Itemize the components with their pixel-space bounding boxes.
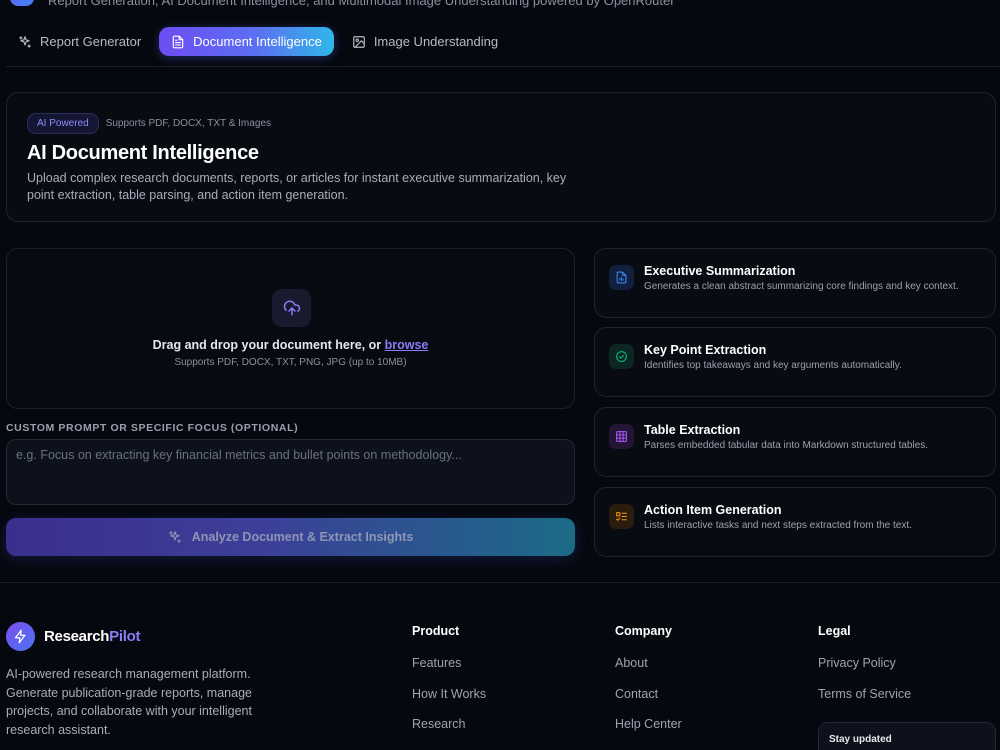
hero-card: AI Powered Supports PDF, DOCX, TXT & Ima… xyxy=(6,92,996,222)
dropzone-text: Drag and drop your document here, or bro… xyxy=(7,338,574,352)
footer-column-title: Legal xyxy=(818,624,851,638)
footer-column-product: Product Features How It Works Research xyxy=(412,624,486,748)
badge-row: AI Powered Supports PDF, DOCX, TXT & Ima… xyxy=(27,113,271,134)
footer-brand[interactable]: ResearchPilot xyxy=(6,622,140,651)
app-subtitle: Report Generation, AI Document Intellige… xyxy=(48,0,675,8)
lightning-icon xyxy=(6,622,35,651)
brand-name: ResearchPilot xyxy=(44,628,140,645)
footer-column-company: Company About Contact Help Center xyxy=(615,624,682,748)
feature-card-action-item-generation: Action Item Generation Lists interactive… xyxy=(594,487,996,557)
analyze-button[interactable]: Analyze Document & Extract Insights xyxy=(6,518,575,556)
feature-title: Executive Summarization xyxy=(644,264,796,278)
feature-description: Parses embedded tabular data into Markdo… xyxy=(644,440,929,451)
supported-formats-note: Supports PDF, DOCX, TXT & Images xyxy=(105,118,271,129)
file-dropzone[interactable]: Drag and drop your document here, or bro… xyxy=(6,248,575,409)
footer-description: AI-powered research management platform.… xyxy=(6,667,252,738)
list-icon xyxy=(609,504,634,529)
footer-link-about[interactable]: About xyxy=(615,656,682,671)
dropzone-instruction: Drag and drop your document here, or xyxy=(152,338,382,352)
feature-title: Action Item Generation xyxy=(644,503,782,517)
feature-title: Table Extraction xyxy=(644,423,741,437)
tab-bar: Report Generator Document Intelligence I… xyxy=(6,27,510,56)
tab-document-intelligence[interactable]: Document Intelligence xyxy=(159,27,334,56)
feature-card-executive-summarization: Executive Summarization Generates a clea… xyxy=(594,248,996,318)
image-icon xyxy=(352,35,365,48)
upload-icon xyxy=(272,289,311,327)
feature-description: Lists interactive tasks and next steps e… xyxy=(644,520,912,531)
feature-title: Key Point Extraction xyxy=(644,343,767,357)
footer-column-title: Company xyxy=(615,624,672,638)
footer-link-research[interactable]: Research xyxy=(412,717,486,732)
newsletter-label: Stay updated xyxy=(829,734,892,745)
file-chart-icon xyxy=(609,265,634,290)
browse-link[interactable]: browse xyxy=(385,338,429,352)
footer-divider xyxy=(0,582,1000,583)
document-icon xyxy=(172,35,184,48)
tab-report-generator[interactable]: Report Generator xyxy=(6,27,153,56)
footer-link-features[interactable]: Features xyxy=(412,656,486,671)
sparkles-icon xyxy=(168,531,181,543)
feature-description: Generates a clean abstract summarizing c… xyxy=(644,281,959,292)
analyze-button-label: Analyze Document & Extract Insights xyxy=(191,530,414,544)
feature-description: Identifies top takeaways and key argumen… xyxy=(644,360,902,371)
footer-link-help-center[interactable]: Help Center xyxy=(615,717,682,732)
page-description: Upload complex research documents, repor… xyxy=(27,171,567,202)
dropzone-subtext: Supports PDF, DOCX, TXT, PNG, JPG (up to… xyxy=(174,357,407,368)
app-logo xyxy=(10,0,34,6)
footer-link-how-it-works[interactable]: How It Works xyxy=(412,687,486,702)
tab-label: Report Generator xyxy=(40,34,142,49)
feature-card-table-extraction: Table Extraction Parses embedded tabular… xyxy=(594,407,996,477)
feature-card-key-point-extraction: Key Point Extraction Identifies top take… xyxy=(594,327,996,397)
tab-label: Document Intelligence xyxy=(193,34,322,49)
footer-column-legal: Legal Privacy Policy Terms of Service xyxy=(818,624,911,717)
ai-powered-badge: AI Powered xyxy=(27,113,99,134)
page: Report Generation, AI Document Intellige… xyxy=(0,0,1000,750)
footer-column-title: Product xyxy=(412,624,460,638)
footer-link-terms-of-service[interactable]: Terms of Service xyxy=(818,687,911,702)
brand-name-accent: Pilot xyxy=(109,628,141,645)
page-title: AI Document Intelligence xyxy=(27,142,259,164)
tab-label: Image Understanding xyxy=(373,34,499,49)
brand-name-prefix: Research xyxy=(44,628,110,645)
footer-link-privacy-policy[interactable]: Privacy Policy xyxy=(818,656,911,671)
table-icon xyxy=(609,424,634,449)
footer-link-contact[interactable]: Contact xyxy=(615,687,682,702)
newsletter-box: Stay updated xyxy=(818,722,996,750)
sparkles-icon xyxy=(19,35,31,48)
header-divider xyxy=(6,66,1000,67)
prompt-label: CUSTOM PROMPT OR SPECIFIC FOCUS (OPTIONA… xyxy=(6,422,299,434)
tab-image-understanding[interactable]: Image Understanding xyxy=(340,27,510,56)
custom-prompt-input[interactable] xyxy=(6,439,575,505)
check-circle-icon xyxy=(609,344,634,369)
